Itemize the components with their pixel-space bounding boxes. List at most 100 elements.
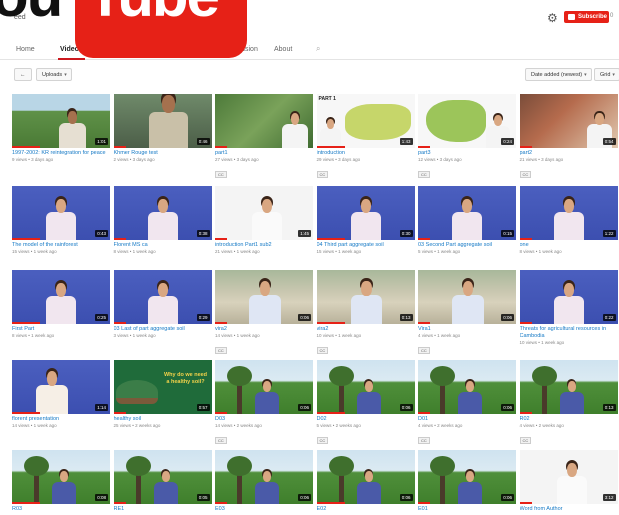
video-thumbnail[interactable]: 0:30	[316, 186, 415, 240]
video-card[interactable]: 0:38 Florent MS ca 8 views • 1 week ago	[113, 186, 212, 255]
video-title[interactable]: The model of the rainforest	[12, 242, 110, 249]
video-thumbnail[interactable]: 0:24	[418, 94, 516, 148]
video-thumbnail[interactable]: PART 1 1:43	[316, 94, 415, 148]
video-card[interactable]: 0:25 First Part 8 views • 1 week ago	[12, 270, 110, 339]
video-title[interactable]: florent presentation	[12, 416, 110, 423]
video-card[interactable]: 0:06 E03	[215, 450, 313, 513]
gear-icon[interactable]: ⚙	[547, 11, 558, 25]
video-card[interactable]: part1 27 views • 3 days ago CC	[215, 94, 313, 181]
video-card[interactable]: 0:05 RE1	[113, 450, 212, 513]
video-thumbnail[interactable]: 1:01	[12, 94, 110, 148]
video-thumbnail[interactable]: 0:25	[12, 270, 110, 324]
video-card[interactable]: 0:06 D02 5 views • 2 weeks ago CC	[316, 360, 415, 447]
video-title[interactable]: R02	[520, 416, 618, 423]
uploads-dropdown[interactable]: Uploads ▾	[36, 68, 72, 81]
video-title[interactable]: E02	[317, 506, 415, 513]
video-card[interactable]: 0:06 Vira1 4 views • 1 week ago CC	[418, 270, 516, 357]
video-title[interactable]: Khmer Rouge test	[114, 150, 212, 157]
video-title[interactable]: 03 Second Part aggregate soil	[418, 242, 516, 249]
video-title[interactable]: First Part	[12, 326, 110, 333]
video-thumbnail[interactable]: 3:12	[519, 450, 618, 504]
video-thumbnail[interactable]: 1:14	[12, 360, 110, 414]
video-title[interactable]: part2	[520, 150, 618, 157]
video-title[interactable]: vira2	[215, 326, 313, 333]
video-thumbnail[interactable]: 0:05	[113, 450, 212, 504]
video-card[interactable]: 3:12 Word from Author	[519, 450, 618, 513]
video-card[interactable]: 0:15 03 Second Part aggregate soil 5 views…	[418, 186, 516, 255]
video-title[interactable]: Threats for agricultural resources in Ca…	[520, 326, 618, 340]
video-card[interactable]: Why do we need a healthy soil? 0:57 health…	[113, 360, 212, 429]
video-title[interactable]: vira2	[317, 326, 415, 333]
video-thumbnail[interactable]: 0:06	[215, 270, 313, 324]
video-thumbnail[interactable]: 0:06	[418, 450, 516, 504]
tab-home[interactable]: Home	[16, 46, 35, 53]
video-title[interactable]: 1997-2002: KR reintegration for peace	[12, 150, 110, 157]
video-card[interactable]: 0:54 part2 21 views • 3 days ago CC	[519, 94, 618, 181]
logo-tube-box[interactable]: Tube	[75, 0, 247, 58]
video-title[interactable]: E01	[418, 506, 516, 513]
search-icon[interactable]: ⌕	[316, 44, 320, 54]
video-title[interactable]: Vira1	[418, 326, 516, 333]
video-title[interactable]: D02	[317, 416, 415, 423]
video-card[interactable]: 0:06 E02	[316, 450, 415, 513]
sort-dropdown[interactable]: Date added (newest) ▾	[525, 68, 592, 81]
video-thumbnail[interactable]: 0:15	[418, 186, 516, 240]
video-thumbnail[interactable]: 1:45	[215, 186, 313, 240]
video-card[interactable]: PART 1 1:43 introduction 29 views • 3 days …	[316, 94, 415, 181]
video-thumbnail[interactable]: 0:08	[12, 450, 110, 504]
video-title[interactable]: Florent MS ca	[114, 242, 212, 249]
video-title[interactable]: introduction	[317, 150, 415, 157]
video-card[interactable]: 1:45 introduction Part1 sub2 21 views • 1 …	[215, 186, 313, 255]
video-thumbnail[interactable]: 0:13	[316, 270, 415, 324]
video-card[interactable]: 0:06 D01 4 views • 2 weeks ago CC	[418, 360, 516, 447]
video-title[interactable]: R03	[12, 506, 110, 513]
back-button[interactable]: ←	[14, 68, 32, 81]
video-thumbnail[interactable]: 0:06	[215, 450, 313, 504]
video-thumbnail[interactable]: 0:06	[215, 360, 313, 414]
video-card[interactable]: 0:06 vira2 14 views • 1 week ago CC	[215, 270, 313, 357]
video-thumbnail[interactable]: 0:06	[316, 450, 415, 504]
video-title[interactable]: E03	[215, 506, 313, 513]
video-thumbnail[interactable]: Why do we need a healthy soil? 0:57	[113, 360, 212, 414]
video-thumbnail[interactable]: 0:13	[519, 360, 618, 414]
video-card[interactable]: 1:01 1997-2002: KR reintegration for peac…	[12, 94, 110, 163]
video-title[interactable]: D03	[215, 416, 313, 423]
video-thumbnail[interactable]	[215, 94, 313, 148]
video-title[interactable]: 04 Third part aggregate soil	[317, 242, 415, 249]
video-card[interactable]: 0:08 R03	[12, 450, 110, 513]
video-thumbnail[interactable]: 1:22	[519, 186, 618, 240]
video-card[interactable]: 0:43 The model of the rainforest 15 views …	[12, 186, 110, 255]
video-thumbnail[interactable]: 0:46	[113, 94, 212, 148]
video-thumbnail[interactable]: 0:06	[316, 360, 415, 414]
video-card[interactable]: 0:29 03 Last of part aggregate soil 3 view…	[113, 270, 212, 339]
video-card[interactable]: 0:22 Threats for agricultural resources i…	[519, 270, 618, 346]
video-card[interactable]: 0:13 vira2 10 views • 1 week ago CC	[316, 270, 415, 357]
video-card[interactable]: 0:13 R02 4 views • 2 weeks ago CC	[519, 360, 618, 447]
video-title[interactable]: one	[520, 242, 618, 249]
video-thumbnail[interactable]: 0:38	[113, 186, 212, 240]
video-title[interactable]: introduction Part1 sub2	[215, 242, 313, 249]
video-title[interactable]: healthy soil	[114, 416, 212, 423]
video-card[interactable]: 0:30 04 Third part aggregate soil 15 views…	[316, 186, 415, 255]
video-thumbnail[interactable]: 0:29	[113, 270, 212, 324]
video-card[interactable]: 1:14 florent presentation 14 views • 1 wee…	[12, 360, 110, 429]
video-title[interactable]: Word from Author	[520, 506, 618, 513]
video-card[interactable]: 0:06 D03 14 views • 2 weeks ago CC	[215, 360, 313, 447]
video-card[interactable]: 0:46 Khmer Rouge test 2 views • 3 days ago	[113, 94, 212, 163]
subscribe-button[interactable]: Subscribe	[564, 11, 609, 23]
video-title[interactable]: D01	[418, 416, 516, 423]
video-card[interactable]: 0:06 E01	[418, 450, 516, 513]
video-title[interactable]: part1	[215, 150, 313, 157]
video-thumbnail[interactable]: 0:43	[12, 186, 110, 240]
video-thumbnail[interactable]: 0:54	[519, 94, 618, 148]
tab-about[interactable]: About	[274, 46, 292, 53]
video-thumbnail[interactable]: 0:06	[418, 360, 516, 414]
video-title[interactable]: RE1	[114, 506, 212, 513]
video-title[interactable]: 03 Last of part aggregate soil	[114, 326, 212, 333]
video-title[interactable]: part3	[418, 150, 516, 157]
video-thumbnail[interactable]: 0:06	[418, 270, 516, 324]
video-card[interactable]: 0:24 part3 12 views • 3 days ago CC	[418, 94, 516, 181]
video-thumbnail[interactable]: 0:22	[519, 270, 618, 324]
view-dropdown[interactable]: Grid ▾	[594, 68, 619, 81]
video-card[interactable]: 1:22 one 8 views • 1 week ago	[519, 186, 618, 255]
